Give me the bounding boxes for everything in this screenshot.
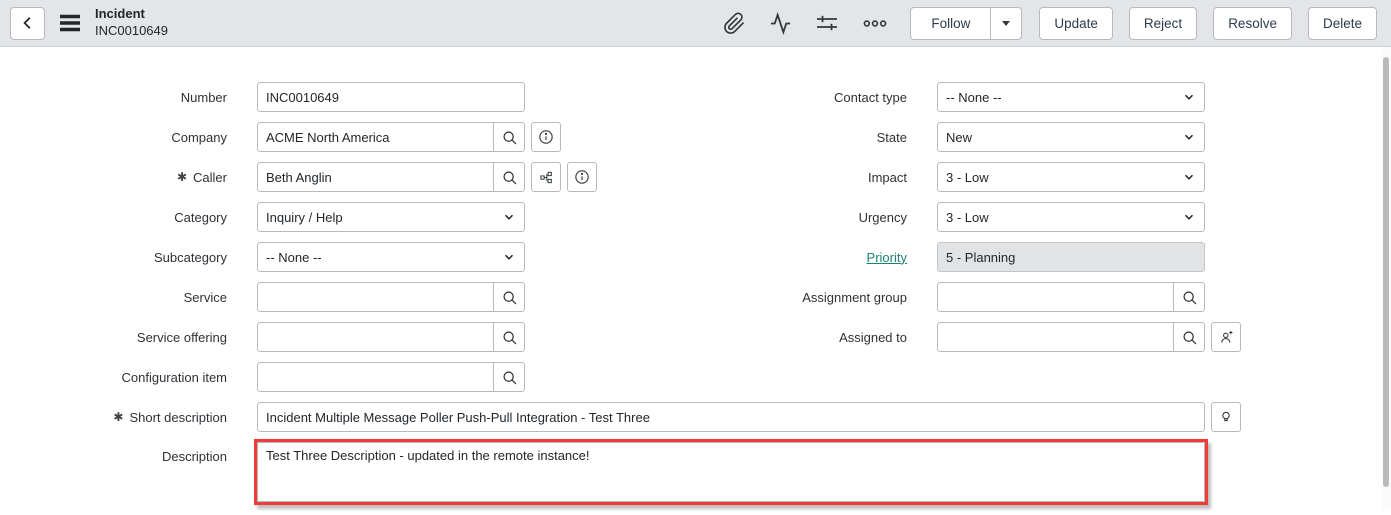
configuration-item-input[interactable] (258, 363, 493, 391)
number-label: Number (0, 90, 227, 105)
scrollbar-thumb[interactable] (1383, 57, 1389, 487)
follow-dropdown-button[interactable] (991, 7, 1022, 40)
assigned-to-input[interactable] (938, 323, 1173, 351)
search-icon (1181, 329, 1198, 346)
caller-input[interactable] (258, 163, 493, 191)
vertical-scrollbar[interactable] (1381, 47, 1391, 511)
assignment-group-row: Assignment group (737, 282, 1241, 312)
update-button[interactable]: Update (1039, 7, 1113, 40)
description-textarea[interactable]: Test Three Description - updated in the … (257, 442, 1205, 502)
subcategory-select[interactable]: -- None -- (257, 242, 525, 272)
subcategory-label: Subcategory (0, 250, 227, 265)
back-button[interactable] (10, 7, 45, 40)
info-icon (537, 128, 555, 146)
record-number: INC0010649 (95, 23, 168, 40)
org-chart-icon (539, 170, 554, 185)
person-plus-icon (1218, 329, 1235, 346)
record-type: Incident (95, 6, 168, 23)
configuration-item-lookup-button[interactable] (493, 363, 524, 391)
attachment-paperclip-icon[interactable] (723, 12, 746, 35)
chevron-down-icon (1182, 210, 1196, 224)
chevron-down-icon (1182, 90, 1196, 104)
resolve-button[interactable]: Resolve (1213, 7, 1292, 40)
urgency-row: Urgency 3 - Low (737, 202, 1241, 232)
search-icon (501, 289, 518, 306)
caret-down-icon (1000, 17, 1012, 29)
priority-readonly-field: 5 - Planning (937, 242, 1205, 272)
short-description-label: Short description (129, 410, 227, 425)
assignment-group-input[interactable] (938, 283, 1173, 311)
assigned-to-row: Assigned to (737, 322, 1241, 352)
description-row: Description Test Three Description - upd… (0, 439, 1241, 505)
search-icon (501, 369, 518, 386)
assignment-group-lookup-button[interactable] (1173, 283, 1204, 311)
search-icon (501, 169, 518, 186)
service-lookup-button[interactable] (493, 283, 524, 311)
short-description-row: ✱ Short description (0, 402, 1241, 432)
required-marker: ✱ (113, 410, 123, 424)
chevron-down-icon (1182, 130, 1196, 144)
company-input[interactable] (258, 123, 493, 151)
state-label: State (737, 130, 907, 145)
company-label: Company (0, 130, 227, 145)
incident-form: Number Company ✱ Caller (0, 47, 1391, 511)
chevron-left-icon (19, 14, 37, 32)
assign-to-me-button[interactable] (1211, 322, 1241, 352)
assignment-group-label: Assignment group (737, 290, 907, 305)
contact-type-select[interactable]: -- None -- (937, 82, 1205, 112)
company-lookup-button[interactable] (493, 123, 524, 151)
assigned-to-lookup-button[interactable] (1173, 323, 1204, 351)
follow-button[interactable]: Follow (910, 7, 991, 40)
service-offering-label: Service offering (0, 330, 227, 345)
chevron-down-icon (502, 210, 516, 224)
info-icon (573, 168, 591, 186)
urgency-label: Urgency (737, 210, 907, 225)
impact-label: Impact (737, 170, 907, 185)
caller-lookup-button[interactable] (493, 163, 524, 191)
contact-type-label: Contact type (737, 90, 907, 105)
reject-button[interactable]: Reject (1129, 7, 1197, 40)
service-offering-input[interactable] (258, 323, 493, 351)
more-options-ellipsis-icon[interactable] (862, 12, 888, 35)
description-label: Description (0, 439, 227, 464)
delete-button[interactable]: Delete (1308, 7, 1377, 40)
impact-select[interactable]: 3 - Low (937, 162, 1205, 192)
record-title: Incident INC0010649 (95, 6, 168, 40)
required-marker: ✱ (177, 170, 187, 184)
caller-hierarchy-button[interactable] (531, 162, 561, 192)
form-header: Incident INC0010649 Follow Update Reject… (0, 0, 1391, 47)
search-icon (501, 329, 518, 346)
priority-row: Priority 5 - Planning (737, 242, 1241, 272)
contact-type-row: Contact type -- None -- (737, 82, 1241, 112)
category-select[interactable]: Inquiry / Help (257, 202, 525, 232)
search-icon (1181, 289, 1198, 306)
impact-row: Impact 3 - Low (737, 162, 1241, 192)
configuration-item-row: Configuration item (0, 362, 1241, 392)
configuration-item-label: Configuration item (0, 370, 227, 385)
company-preview-button[interactable] (531, 122, 561, 152)
service-label: Service (0, 290, 227, 305)
state-select[interactable]: New (937, 122, 1205, 152)
priority-link-label[interactable]: Priority (867, 250, 907, 265)
caller-preview-button[interactable] (567, 162, 597, 192)
short-description-input[interactable] (257, 402, 1205, 432)
service-offering-lookup-button[interactable] (493, 323, 524, 351)
activity-stream-icon[interactable] (769, 12, 792, 35)
caller-label: Caller (193, 170, 227, 185)
chevron-down-icon (502, 250, 516, 264)
hamburger-menu-icon[interactable] (58, 11, 82, 35)
assigned-to-label: Assigned to (737, 330, 907, 345)
category-label: Category (0, 210, 227, 225)
suggestion-lightbulb-button[interactable] (1211, 402, 1241, 432)
chevron-down-icon (1182, 170, 1196, 184)
urgency-select[interactable]: 3 - Low (937, 202, 1205, 232)
description-highlight-callout: Test Three Description - updated in the … (254, 439, 1208, 505)
search-icon (501, 129, 518, 146)
lightbulb-icon (1218, 409, 1234, 426)
number-input[interactable] (257, 82, 525, 112)
service-input[interactable] (258, 283, 493, 311)
personalize-form-sliders-icon[interactable] (815, 11, 839, 35)
state-row: State New (737, 122, 1241, 152)
